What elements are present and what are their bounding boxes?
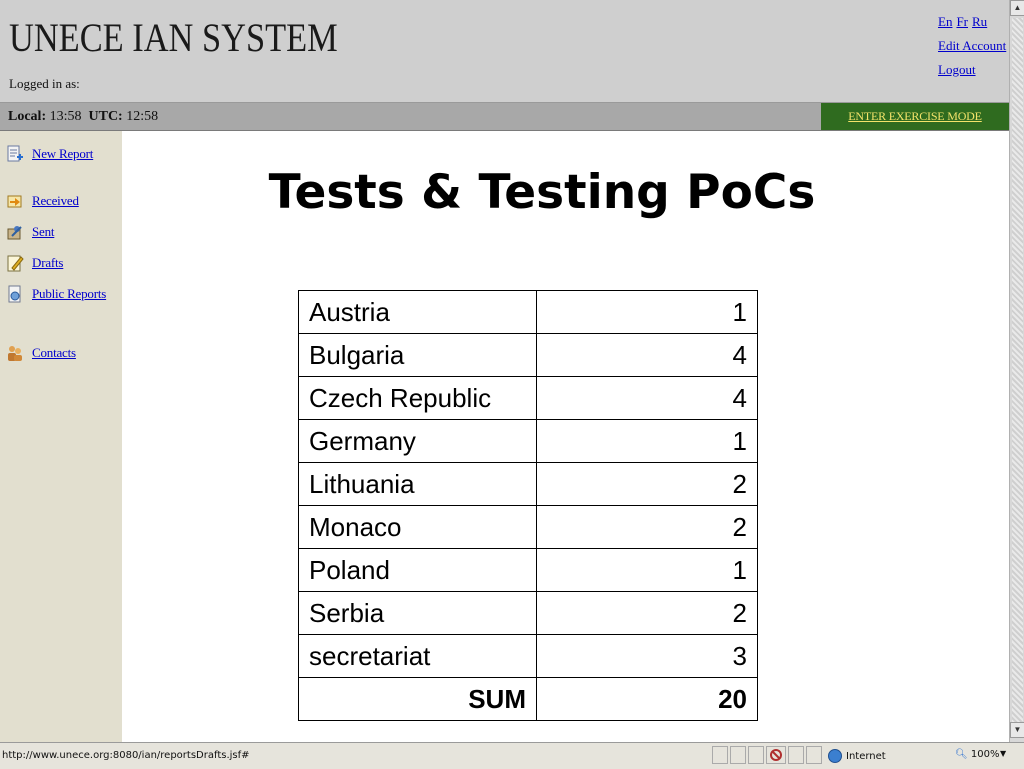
country-cell: Poland: [298, 548, 537, 592]
table-row: Austria 1: [298, 290, 758, 334]
privacy-icon: [770, 749, 782, 761]
sidebar-item-contacts[interactable]: Contacts: [6, 344, 76, 362]
sidebar-item-label[interactable]: New Report: [32, 146, 93, 162]
received-icon: [7, 195, 22, 208]
local-time: 13:58: [49, 109, 82, 124]
country-cell: Austria: [298, 290, 537, 334]
table-row: Bulgaria 4: [298, 333, 758, 377]
sidebar-item-label[interactable]: Received: [32, 193, 79, 209]
top-links: En Fr Ru Edit Account Logout: [938, 10, 1006, 82]
country-cell: Czech Republic: [298, 376, 537, 420]
app-title: UNECE IAN SYSTEM: [9, 15, 338, 60]
logout-link[interactable]: Logout: [938, 62, 976, 77]
local-time-label: Local:: [8, 109, 47, 124]
count-cell: 4: [536, 333, 758, 377]
table-row: Serbia 2: [298, 591, 758, 635]
edit-account-link[interactable]: Edit Account: [938, 38, 1006, 53]
page-title: Tests & Testing PoCs: [268, 165, 816, 220]
scroll-up-arrow-icon[interactable]: ▲: [1010, 0, 1024, 16]
status-pane: [712, 746, 728, 764]
utc-time-label: UTC:: [88, 109, 123, 124]
language-ru-link[interactable]: Ru: [972, 14, 987, 29]
app-header: UNECE IAN SYSTEM Logged in as: En Fr Ru Ed…: [0, 0, 1009, 103]
clock-readout: Local: 13:58 UTC: 12:58: [8, 109, 158, 125]
exercise-mode-bar: ENTER EXERCISE MODE: [821, 103, 1009, 130]
sent-icon: [7, 226, 22, 240]
sidebar-item-public-reports[interactable]: Public Reports: [6, 285, 106, 303]
table-row: Monaco 2: [298, 505, 758, 549]
sidebar-item-new-report[interactable]: New Report: [6, 145, 93, 163]
status-bar: http://www.unece.org:8080/ian/reportsDra…: [0, 742, 1024, 769]
count-cell: 2: [536, 462, 758, 506]
zoom-icon: 🔍︎: [955, 749, 968, 760]
country-cell: Monaco: [298, 505, 537, 549]
sum-label: SUM: [298, 677, 537, 721]
table-row: Poland 1: [298, 548, 758, 592]
public-reports-icon: [8, 285, 21, 303]
status-pane: [788, 746, 804, 764]
country-cell: Germany: [298, 419, 537, 463]
sidebar-item-label[interactable]: Public Reports: [32, 286, 106, 302]
language-links: En Fr Ru: [938, 10, 1006, 34]
security-zone: Internet: [828, 749, 886, 763]
drafts-icon: [7, 255, 24, 272]
main-content: Tests & Testing PoCs Austria 1 Bulgaria 4 Cz…: [122, 131, 1009, 742]
language-fr-link[interactable]: Fr: [956, 14, 968, 29]
country-cell: Bulgaria: [298, 333, 537, 377]
language-en-link[interactable]: En: [938, 14, 952, 29]
sum-value: 20: [536, 677, 758, 721]
sidebar-item-label[interactable]: Contacts: [32, 345, 76, 361]
utc-time: 12:58: [126, 109, 159, 124]
zone-label: Internet: [846, 750, 886, 762]
table-row: Lithuania 2: [298, 462, 758, 506]
sidebar-item-label[interactable]: Sent: [32, 224, 55, 240]
sidebar-item-label[interactable]: Drafts: [32, 255, 63, 271]
status-pane: [806, 746, 822, 764]
count-cell: 1: [536, 290, 758, 334]
zoom-dropdown-chevron-down-icon[interactable]: ▼: [1000, 749, 1006, 758]
time-bar: Local: 13:58 UTC: 12:58 ENTER EXERCISE M…: [0, 103, 1009, 131]
status-pane: [730, 746, 746, 764]
count-cell: 2: [536, 591, 758, 635]
sidebar: New Report Received Sent Drafts Public R…: [0, 131, 122, 742]
count-cell: 3: [536, 634, 758, 678]
count-cell: 1: [536, 419, 758, 463]
poc-table: Austria 1 Bulgaria 4 Czech Republic 4 Germany 1…: [298, 290, 758, 721]
country-cell: secretariat: [298, 634, 537, 678]
scrollbar-track[interactable]: [1012, 18, 1023, 722]
status-pane: [766, 746, 786, 764]
table-row: Germany 1: [298, 419, 758, 463]
table-row: Czech Republic 4: [298, 376, 758, 420]
count-cell: 4: [536, 376, 758, 420]
table-row: secretariat 3: [298, 634, 758, 678]
zoom-level: 100%: [970, 749, 1000, 760]
vertical-scrollbar[interactable]: ▲ ▼: [1009, 0, 1024, 742]
globe-icon: [828, 749, 842, 763]
country-cell: Lithuania: [298, 462, 537, 506]
logged-in-label: Logged in as:: [9, 76, 80, 91]
count-cell: 1: [536, 548, 758, 592]
sidebar-item-drafts[interactable]: Drafts: [6, 254, 63, 272]
browser-page: UNECE IAN SYSTEM Logged in as: En Fr Ru Ed…: [0, 0, 1009, 742]
sum-row: SUM 20: [298, 677, 758, 721]
country-cell: Serbia: [298, 591, 537, 635]
sidebar-item-received[interactable]: Received: [6, 192, 79, 210]
enter-exercise-mode-link[interactable]: ENTER EXERCISE MODE: [848, 109, 982, 124]
status-url: http://www.unece.org:8080/ian/reportsDra…: [2, 750, 250, 761]
scroll-down-arrow-icon[interactable]: ▼: [1010, 722, 1024, 738]
zoom-control[interactable]: 🔍︎ 100%: [955, 749, 999, 760]
count-cell: 2: [536, 505, 758, 549]
new-report-icon: [7, 145, 23, 162]
status-pane: [748, 746, 764, 764]
sidebar-item-sent[interactable]: Sent: [6, 223, 55, 241]
contacts-icon: [8, 346, 22, 361]
